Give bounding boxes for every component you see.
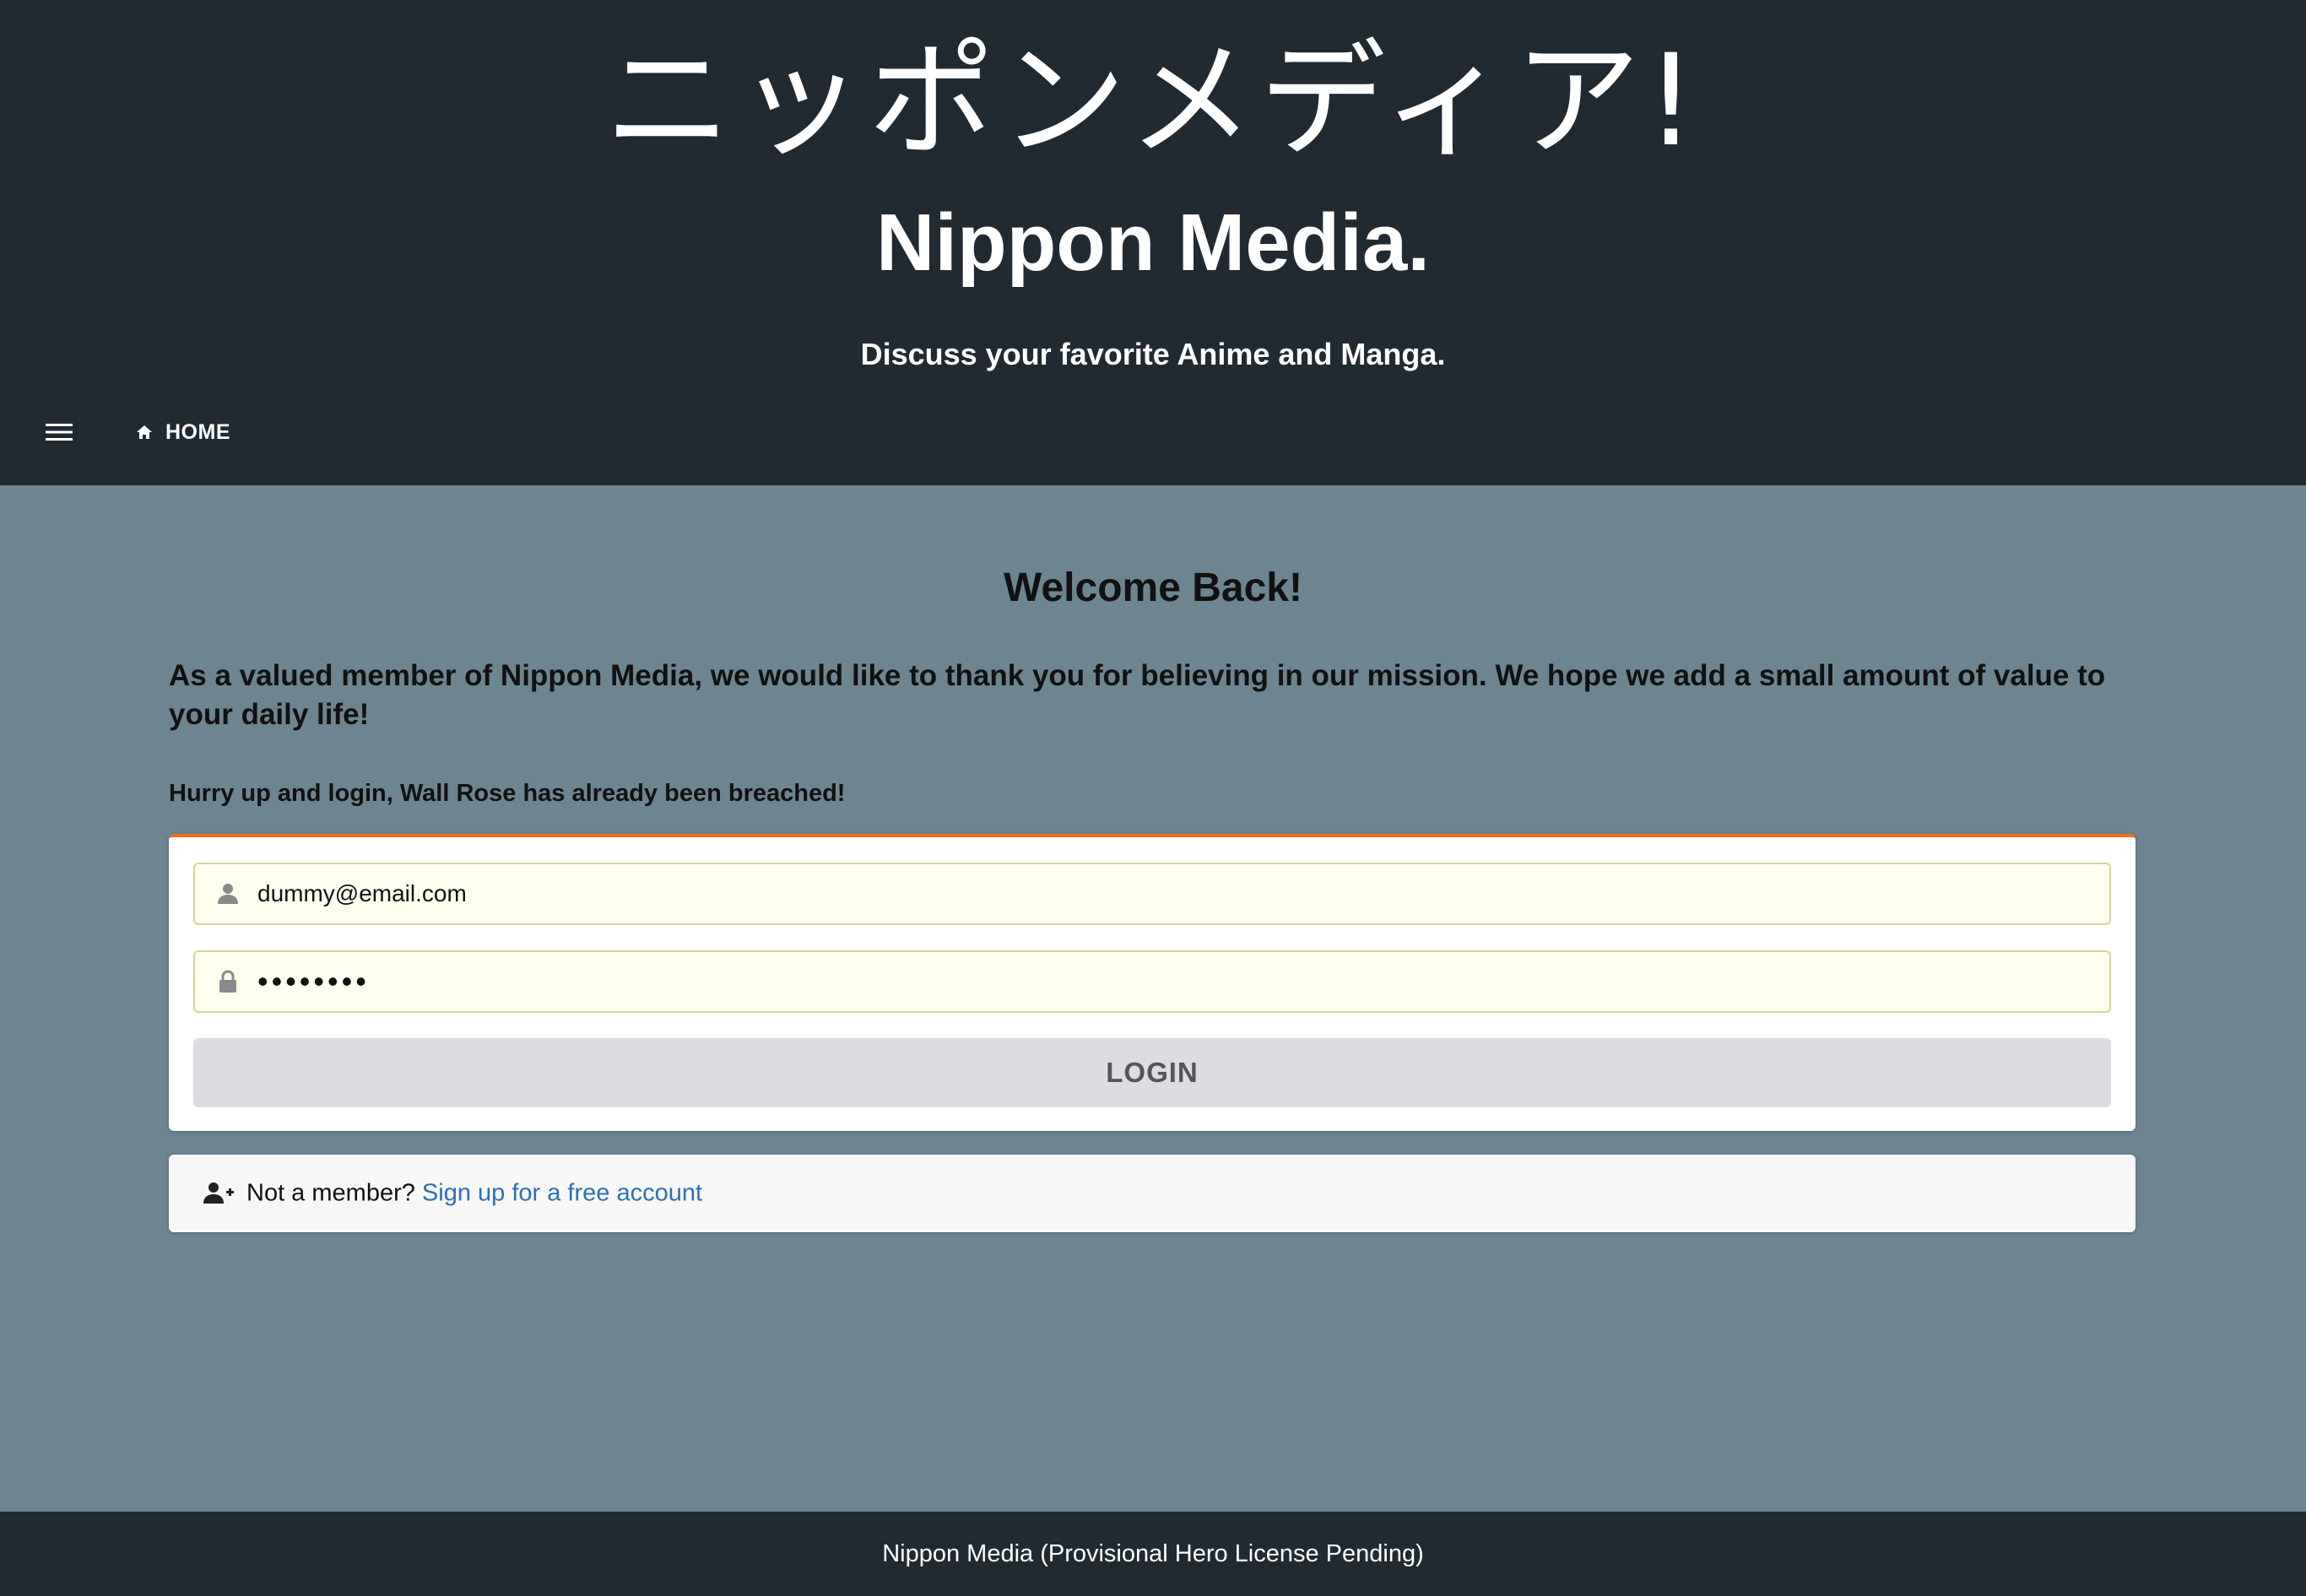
signup-message-card: Not a member? Sign up for a free account xyxy=(169,1155,2135,1232)
footer-text: Nippon Media (Provisional Hero License P… xyxy=(882,1540,1424,1567)
lock-icon xyxy=(215,969,241,994)
user-icon xyxy=(215,881,241,906)
hamburger-menu-icon[interactable] xyxy=(41,414,78,451)
home-icon xyxy=(135,423,154,441)
site-header: ニッポンメディア! Nippon Media. Discuss your fav… xyxy=(0,0,2306,485)
site-title: Nippon Media. xyxy=(876,197,1430,288)
email-input[interactable] xyxy=(257,864,2098,923)
login-prompt-text: Hurry up and login, Wall Rose has alread… xyxy=(169,780,846,807)
site-footer: Nippon Media (Provisional Hero License P… xyxy=(0,1512,2306,1596)
user-plus-icon xyxy=(203,1181,235,1206)
password-input[interactable] xyxy=(257,952,2098,1011)
login-button[interactable]: LOGIN xyxy=(193,1038,2111,1107)
japanese-site-title: ニッポンメディア! xyxy=(604,28,1702,175)
signup-link[interactable]: Sign up for a free account xyxy=(422,1180,702,1207)
signup-prompt: Not a member? xyxy=(246,1179,422,1207)
site-tagline: Discuss your favorite Anime and Manga. xyxy=(860,337,1446,371)
signup-message: Not a member? Sign up for a free account xyxy=(246,1180,702,1208)
email-field-container xyxy=(193,863,2111,925)
nav-home-label: HOME xyxy=(165,419,230,444)
nav-home-link[interactable]: HOME xyxy=(135,414,230,451)
intro-paragraph: As a valued member of Nippon Media, we w… xyxy=(169,659,2106,731)
login-form-card: LOGIN xyxy=(169,834,2135,1131)
welcome-heading: Welcome Back! xyxy=(1004,565,1302,610)
password-field-container xyxy=(193,950,2111,1013)
